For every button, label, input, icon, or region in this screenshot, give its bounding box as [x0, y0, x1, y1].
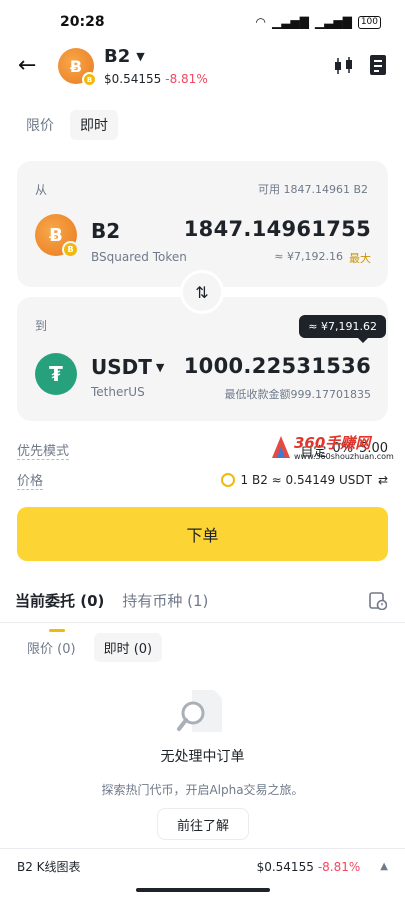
bottom-price: $0.54155 — [256, 859, 314, 874]
price-label: 价格 — [17, 470, 44, 490]
header-price: $0.54155 — [104, 72, 162, 86]
from-token-symbol: B2 — [91, 219, 121, 243]
empty-title: 无处理中订单 — [160, 749, 245, 765]
b2-token-logo: Ƀ B — [58, 48, 97, 87]
watermark-triangle-icon — [272, 436, 290, 458]
wifi-icon: ◠ — [255, 15, 266, 29]
signal-icon-2: ▁▃▅▇ — [314, 15, 352, 29]
from-amount-input[interactable]: 1847.14961755 — [184, 217, 371, 241]
order-history-icon[interactable] — [369, 592, 387, 610]
status-time: 20:28 — [60, 14, 105, 30]
empty-search-document-icon — [177, 690, 222, 732]
tab-open-orders[interactable]: 当前委托 (0) — [15, 590, 104, 632]
priority-mode-label: 优先模式 — [17, 440, 70, 460]
status-bar: 20:28 ◠ ▁▃▅▇ ▁▃▅▇ 100 — [0, 0, 405, 44]
tab-instant[interactable]: 即时 — [70, 110, 118, 140]
from-fiat-row: ≈ ¥7,192.16 最大 — [274, 250, 371, 266]
price-value: 1 B2 ≈ 0.54149 USDT — [240, 473, 372, 487]
max-button[interactable]: 最大 — [349, 250, 371, 266]
header-token-symbol: B2 — [104, 46, 131, 67]
order-document-icon[interactable] — [369, 54, 387, 76]
b2-badge-icon: B — [62, 241, 79, 258]
from-label: 从 — [35, 183, 48, 197]
bitcoin-icon: Ƀ — [69, 56, 83, 76]
watermark-logo: 360手赚网 www.360shouzhuan.com — [268, 432, 394, 468]
place-order-button[interactable]: 下单 — [17, 507, 388, 561]
order-mode-tabs: 限价 即时 — [16, 110, 118, 140]
from-card: 从 可用 1847.14961 B2 Ƀ B B2 BSquared Token… — [17, 161, 388, 287]
tab-limit[interactable]: 限价 — [16, 110, 64, 140]
battery-icon: 100 — [357, 15, 381, 29]
to-amount: 1000.22531536 — [183, 354, 371, 378]
header-change: -8.81% — [165, 72, 208, 86]
tether-icon: ₮ — [49, 362, 63, 386]
swap-arrows-icon: ⇅ — [195, 282, 209, 302]
order-type-subtabs: 限价 (0) 即时 (0) — [17, 633, 163, 662]
price-value-wrap[interactable]: 1 B2 ≈ 0.54149 USDT ⇄ — [220, 473, 388, 487]
usdt-token-logo: ₮ — [35, 353, 77, 395]
from-token-name: BSquared Token — [91, 250, 187, 264]
from-fiat-value: ≈ ¥7,192.16 — [274, 250, 343, 263]
header: ← Ƀ B B2 ▼ $0.54155 -8.81% — [0, 44, 405, 92]
price-row: 价格 1 B2 ≈ 0.54149 USDT ⇄ — [17, 470, 388, 490]
available-balance: 可用 1847.14961 B2 — [257, 183, 368, 196]
empty-subtitle: 探索热门代币，开启Alpha交易之旅。 — [101, 783, 304, 797]
kline-chart-label: B2 K线图表 — [17, 860, 81, 874]
caret-up-icon: ▲ — [380, 861, 388, 872]
from-token-symbol-wrap[interactable]: B2 — [91, 219, 120, 243]
min-receive: 最低收款金额999.17701835 — [224, 388, 371, 401]
kline-chart-bar[interactable]: B2 K线图表 $0.54155 -8.81% ▲ — [0, 848, 405, 884]
token-selector[interactable]: B2 ▼ — [104, 46, 145, 67]
signal-icon: ▁▃▅▇ — [271, 15, 309, 29]
bottom-change: -8.81% — [317, 859, 361, 874]
caret-down-icon: ▼ — [136, 50, 145, 63]
to-token-selector[interactable]: USDT ▼ — [91, 355, 164, 379]
candlestick-chart-icon[interactable] — [333, 56, 355, 76]
caret-down-icon: ▼ — [155, 360, 165, 374]
subtab-instant[interactable]: 即时 (0) — [93, 633, 163, 662]
kline-price-row: $0.54155 -8.81% ▲ — [257, 860, 388, 874]
swap-direction-button[interactable]: ⇅ — [180, 270, 224, 314]
back-arrow-icon[interactable]: ← — [18, 54, 36, 78]
home-indicator — [136, 888, 270, 892]
b2-token-logo: Ƀ B — [35, 214, 79, 258]
to-token-name: TetherUS — [91, 385, 145, 399]
bitcoin-icon: Ƀ — [49, 224, 63, 246]
watermark-main: 360手赚网 — [294, 434, 371, 452]
to-token-symbol: USDT — [91, 355, 152, 379]
header-price-row: $0.54155 -8.81% — [104, 72, 208, 86]
to-label: 到 — [35, 319, 48, 333]
min-receive-row: 最低收款金额999.17701835 — [225, 386, 371, 402]
fiat-tooltip: ≈ ¥7,191.62 — [299, 315, 386, 343]
learn-more-button[interactable]: 前往了解 — [157, 808, 249, 840]
tab-holdings[interactable]: 持有币种 (1) — [122, 590, 208, 622]
subtab-limit[interactable]: 限价 (0) — [17, 633, 86, 662]
b2-badge-icon: B — [82, 72, 97, 87]
divider — [0, 622, 405, 623]
watermark-sub: www.360shouzhuan.com — [294, 452, 394, 461]
orders-section-tabs: 当前委托 (0) 持有币种 (1) — [15, 590, 390, 632]
status-icons: ◠ ▁▃▅▇ ▁▃▅▇ 100 — [255, 15, 381, 29]
refresh-countdown-icon — [220, 473, 235, 487]
swap-arrows-icon: ⇄ — [377, 473, 388, 487]
